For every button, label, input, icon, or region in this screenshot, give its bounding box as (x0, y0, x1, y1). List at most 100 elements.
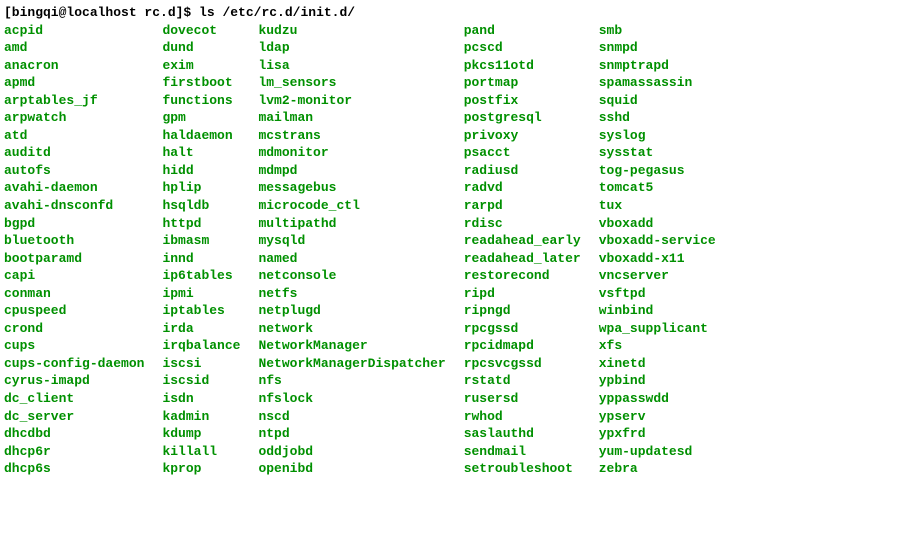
ls-entry: psacct (464, 144, 581, 162)
ls-entry: exim (162, 57, 240, 75)
ls-column: kudzuldaplisalm_sensorslvm2-monitormailm… (258, 22, 463, 478)
ls-entry: bgpd (4, 215, 144, 233)
ls-entry: gpm (162, 109, 240, 127)
ls-entry: bootparamd (4, 250, 144, 268)
ls-entry: squid (599, 92, 716, 110)
ls-entry: nfs (258, 372, 445, 390)
ls-entry: iptables (162, 302, 240, 320)
ls-entry: rpcidmapd (464, 337, 581, 355)
ls-entry: rpcsvcgssd (464, 355, 581, 373)
ls-entry: ip6tables (162, 267, 240, 285)
ls-entry: dovecot (162, 22, 240, 40)
ls-entry: tomcat5 (599, 179, 716, 197)
ls-entry: kprop (162, 460, 240, 478)
ls-entry: yppasswdd (599, 390, 716, 408)
ls-entry: httpd (162, 215, 240, 233)
ls-entry: dhcdbd (4, 425, 144, 443)
ls-entry: vboxadd (599, 215, 716, 233)
ls-entry: anacron (4, 57, 144, 75)
ls-entry: cpuspeed (4, 302, 144, 320)
ls-entry: mysqld (258, 232, 445, 250)
ls-entry: snmpd (599, 39, 716, 57)
ls-entry: rusersd (464, 390, 581, 408)
ls-entry: rdisc (464, 215, 581, 233)
ls-entry: killall (162, 443, 240, 461)
ls-entry: named (258, 250, 445, 268)
ls-entry: privoxy (464, 127, 581, 145)
ls-entry: winbind (599, 302, 716, 320)
ls-entry: netconsole (258, 267, 445, 285)
ls-entry: lm_sensors (258, 74, 445, 92)
ls-entry: haldaemon (162, 127, 240, 145)
ls-column: smbsnmpdsnmptrapdspamassassinsquidsshdsy… (599, 22, 734, 478)
ls-entry: bluetooth (4, 232, 144, 250)
ls-entry: vsftpd (599, 285, 716, 303)
ls-entry: pand (464, 22, 581, 40)
ls-entry: dhcp6r (4, 443, 144, 461)
ls-entry: wpa_supplicant (599, 320, 716, 338)
ls-entry: hidd (162, 162, 240, 180)
ls-entry: kadmin (162, 408, 240, 426)
ls-entry: vboxadd-service (599, 232, 716, 250)
ls-entry: acpid (4, 22, 144, 40)
ls-entry: kdump (162, 425, 240, 443)
ls-entry: vncserver (599, 267, 716, 285)
ls-entry: halt (162, 144, 240, 162)
ls-entry: ipmi (162, 285, 240, 303)
ls-entry: firstboot (162, 74, 240, 92)
ls-entry: multipathd (258, 215, 445, 233)
ls-entry: mdmonitor (258, 144, 445, 162)
ls-entry: rwhod (464, 408, 581, 426)
ls-column: acpidamdanacronapmdarptables_jfarpwatcha… (4, 22, 162, 478)
ls-entry: tux (599, 197, 716, 215)
ls-entry: conman (4, 285, 144, 303)
ls-column: pandpcscdpkcs11otdportmappostfixpostgres… (464, 22, 599, 478)
ls-entry: ypbind (599, 372, 716, 390)
ls-entry: mcstrans (258, 127, 445, 145)
ls-entry: syslog (599, 127, 716, 145)
ls-entry: arptables_jf (4, 92, 144, 110)
ls-entry: ldap (258, 39, 445, 57)
ls-entry: irqbalance (162, 337, 240, 355)
ls-entry: dc_client (4, 390, 144, 408)
ls-entry: hplip (162, 179, 240, 197)
ls-entry: restorecond (464, 267, 581, 285)
ls-entry: ypxfrd (599, 425, 716, 443)
ls-entry: NetworkManager (258, 337, 445, 355)
ls-entry: rstatd (464, 372, 581, 390)
ls-entry: netfs (258, 285, 445, 303)
ls-entry: openibd (258, 460, 445, 478)
ls-entry: mailman (258, 109, 445, 127)
ls-entry: iscsid (162, 372, 240, 390)
ls-entry: mdmpd (258, 162, 445, 180)
ls-entry: crond (4, 320, 144, 338)
ls-entry: saslauthd (464, 425, 581, 443)
ls-entry: network (258, 320, 445, 338)
ls-entry: ypserv (599, 408, 716, 426)
ls-entry: arpwatch (4, 109, 144, 127)
ls-entry: xinetd (599, 355, 716, 373)
ls-entry: oddjobd (258, 443, 445, 461)
ls-entry: isdn (162, 390, 240, 408)
ls-entry: irda (162, 320, 240, 338)
ls-entry: vboxadd-x11 (599, 250, 716, 268)
ls-entry: ntpd (258, 425, 445, 443)
ls-listing: acpidamdanacronapmdarptables_jfarpwatcha… (4, 22, 910, 478)
ls-entry: cyrus-imapd (4, 372, 144, 390)
ls-entry: iscsi (162, 355, 240, 373)
ls-entry: postfix (464, 92, 581, 110)
ls-entry: rarpd (464, 197, 581, 215)
ls-entry: ibmasm (162, 232, 240, 250)
ls-entry: netplugd (258, 302, 445, 320)
ls-entry: messagebus (258, 179, 445, 197)
ls-entry: spamassassin (599, 74, 716, 92)
ls-entry: autofs (4, 162, 144, 180)
ls-entry: tog-pegasus (599, 162, 716, 180)
ls-entry: microcode_ctl (258, 197, 445, 215)
ls-column: dovecotdundeximfirstbootfunctionsgpmhald… (162, 22, 258, 478)
ls-entry: atd (4, 127, 144, 145)
ls-entry: dhcp6s (4, 460, 144, 478)
ls-entry: sysstat (599, 144, 716, 162)
ls-entry: portmap (464, 74, 581, 92)
ls-entry: dc_server (4, 408, 144, 426)
